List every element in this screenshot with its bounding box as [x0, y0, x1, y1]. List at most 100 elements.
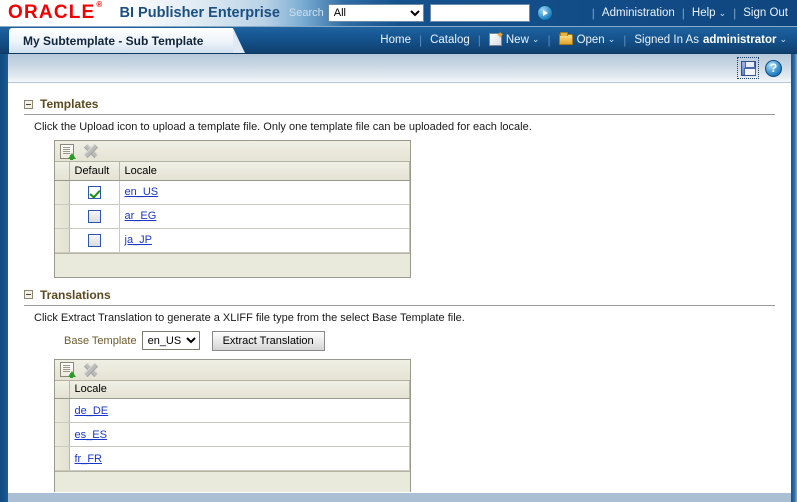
translations-section-title: Translations: [40, 287, 111, 302]
chevron-down-icon: ⌄: [607, 34, 616, 44]
tab-my-subtemplate[interactable]: My Subtemplate - Sub Template: [9, 28, 246, 53]
table-row: ar_EG: [55, 204, 410, 229]
locale-cell: es_ES: [69, 422, 410, 447]
base-template-controls: Base Template en_US Extract Translation: [64, 330, 775, 351]
translations-grid: Locale de_DE es_ES fr_FR: [54, 358, 411, 492]
navbar-divider: |: [547, 32, 551, 47]
search-go-icon[interactable]: [536, 5, 553, 21]
locale-link[interactable]: ja_JP: [125, 234, 153, 246]
translations-grid-footer: [55, 471, 410, 492]
row-selector[interactable]: [55, 180, 70, 205]
upload-arrow-stem: [70, 373, 73, 378]
templates-grid-toolbar: [55, 141, 410, 162]
templates-section-header: Templates: [24, 97, 775, 114]
header-links: | Administration | Help ⌄ | Sign Out: [585, 6, 797, 20]
default-cell: [69, 228, 120, 253]
left-rail: [0, 54, 8, 502]
upload-icon[interactable]: [60, 143, 76, 160]
product-title: BI Publisher Enterprise: [119, 5, 280, 21]
row-selector[interactable]: [55, 446, 70, 471]
navbar-divider: |: [418, 32, 423, 47]
translations-table-header-row: Locale: [55, 380, 410, 399]
page-body: ? Templates Click the Upload icon to upl…: [0, 54, 797, 502]
save-floppy-icon: [740, 60, 756, 76]
header-divider: |: [681, 6, 685, 20]
locale-link[interactable]: de_DE: [75, 405, 109, 417]
open-menu-button[interactable]: Open ⌄: [558, 32, 616, 46]
navbar-divider: |: [477, 32, 481, 47]
new-document-icon: [488, 30, 504, 46]
delete-icon: [84, 145, 97, 158]
collapse-toggle-icon[interactable]: [24, 99, 33, 109]
content-area: Templates Click the Upload icon to uploa…: [8, 83, 791, 492]
collapse-toggle-icon[interactable]: [24, 290, 33, 299]
locale-cell: de_DE: [69, 398, 410, 423]
page-toolbar: ?: [8, 54, 791, 83]
default-checkbox[interactable]: [87, 185, 101, 199]
catalog-link[interactable]: Catalog: [430, 34, 470, 46]
search-input[interactable]: [429, 4, 530, 22]
table-row: fr_FR: [55, 446, 410, 471]
locale-cell: ja_JP: [119, 228, 410, 253]
locale-link[interactable]: en_US: [125, 186, 159, 198]
row-selector[interactable]: [55, 228, 70, 253]
locale-link[interactable]: es_ES: [75, 429, 107, 441]
locale-cell: en_US: [119, 180, 410, 205]
header-divider: |: [733, 6, 737, 20]
bi-publisher-window: ORACLE® BI Publisher Enterprise Search A…: [0, 0, 797, 502]
oracle-logo-registered-mark: ®: [96, 0, 104, 10]
section-divider: [24, 304, 775, 306]
save-button[interactable]: [737, 57, 759, 79]
folder-icon: [558, 32, 573, 45]
default-checkbox[interactable]: [87, 209, 101, 223]
help-button[interactable]: ?: [765, 59, 782, 77]
global-header: ORACLE® BI Publisher Enterprise Search A…: [0, 0, 797, 27]
content-shell: ? Templates Click the Upload icon to upl…: [8, 54, 791, 493]
translations-section: Translations Click Extract Translation t…: [24, 288, 775, 492]
search-scope-select[interactable]: All: [327, 4, 424, 22]
templates-section-title: Templates: [40, 97, 99, 111]
administration-link[interactable]: Administration: [602, 7, 675, 19]
row-selector[interactable]: [55, 204, 70, 229]
extract-translation-button[interactable]: Extract Translation: [211, 330, 325, 351]
templates-grid-footer: [55, 252, 410, 277]
user-menu-button[interactable]: administrator ⌄: [699, 34, 787, 46]
base-template-select[interactable]: en_US: [141, 331, 200, 350]
default-cell: [69, 204, 120, 229]
locale-link[interactable]: ar_EG: [125, 210, 157, 222]
row-header-corner: [55, 380, 70, 399]
column-header-default[interactable]: Default: [69, 162, 120, 181]
row-selector[interactable]: [55, 422, 70, 447]
signed-in-as-label: Signed In As: [634, 33, 699, 46]
navbar-links: Home | Catalog | New⌄ | Open⌄ | Signed I…: [380, 26, 797, 53]
new-menu-button[interactable]: New⌄: [488, 30, 539, 46]
header-divider: |: [591, 6, 595, 20]
default-cell: [69, 180, 120, 205]
home-link[interactable]: Home: [380, 34, 411, 46]
templates-section-description: Click the Upload icon to upload a templa…: [34, 121, 532, 133]
upload-arrow-stem: [70, 154, 73, 160]
locale-cell: ar_EG: [119, 204, 410, 229]
chevron-down-icon: ⌄: [718, 8, 727, 18]
oracle-logo: ORACLE®: [8, 0, 104, 23]
locale-link[interactable]: fr_FR: [75, 453, 103, 465]
templates-table-header-row: Default Locale: [55, 162, 410, 181]
column-header-locale[interactable]: Locale: [119, 162, 410, 181]
locale-cell: fr_FR: [69, 446, 410, 471]
row-selector[interactable]: [55, 398, 70, 423]
translations-section-header: Translations: [24, 288, 775, 305]
navigation-bar: My Subtemplate - Sub Template Home | Cat…: [0, 27, 797, 54]
default-checkbox[interactable]: [87, 233, 101, 247]
column-header-locale[interactable]: Locale: [69, 380, 410, 399]
table-row: es_ES: [55, 422, 410, 447]
table-row: de_DE: [55, 398, 410, 423]
delete-icon: [84, 363, 97, 376]
open-menu-label: Open: [576, 33, 605, 46]
templates-grid: Default Locale en_US ar_EG ja_JP: [54, 140, 411, 278]
upload-icon[interactable]: [60, 362, 76, 378]
sign-out-link[interactable]: Sign Out: [743, 7, 788, 19]
help-link[interactable]: Help ⌄: [692, 7, 726, 19]
search-label: Search: [288, 7, 324, 19]
translations-section-description: Click Extract Translation to generate a …: [34, 311, 465, 324]
templates-table: Default Locale en_US ar_EG ja_JP: [55, 162, 410, 253]
